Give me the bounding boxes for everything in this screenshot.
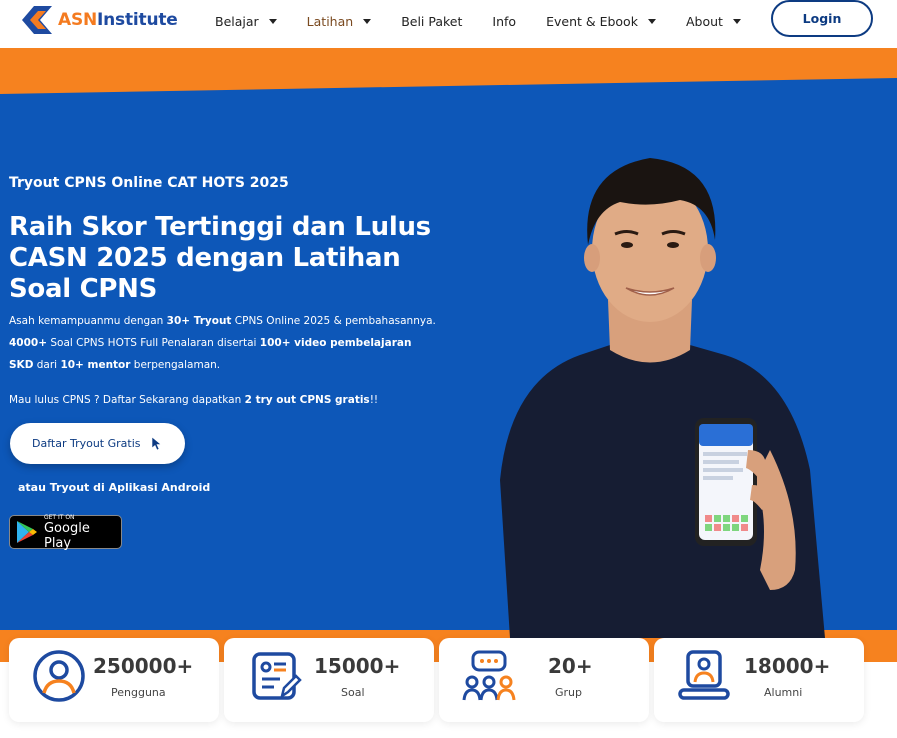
nav-item-about[interactable]: About [686, 14, 741, 29]
nav-item-belajar[interactable]: Belajar [215, 14, 277, 29]
stat-label: Soal [341, 686, 365, 699]
hero-description-2: 4000+ Soal CPNS HOTS Full Penalaran dise… [9, 337, 412, 371]
stat-value: 18000+ [744, 654, 831, 678]
android-app-text: atau Tryout di Aplikasi Android [18, 481, 211, 494]
hero-description-1: Asah kemampuanmu dengan 30+ Tryout CPNS … [9, 315, 436, 327]
stat-value: 250000+ [93, 654, 194, 678]
site-logo[interactable]: ASNInstitute [22, 6, 178, 34]
stat-value: 15000+ [314, 654, 401, 678]
document-edit-icon [252, 652, 302, 700]
stat-card-alumni: 18000+ Alumni [654, 638, 864, 722]
nav-item-info[interactable]: Info [492, 14, 516, 29]
login-button[interactable]: Login [771, 0, 873, 37]
chevron-down-icon [732, 19, 741, 24]
hero-subtitle: Tryout CPNS Online CAT HOTS 2025 [9, 175, 289, 191]
stat-label: Pengguna [111, 686, 166, 699]
hero-title: Raih Skor Tertinggi dan Lulus CASN 2025 … [9, 212, 431, 304]
logo-text: ASNInstitute [58, 10, 178, 30]
stat-card-pengguna: 250000+ Pengguna [9, 638, 219, 722]
hero-description-3: Mau lulus CPNS ? Daftar Sekarang dapatka… [9, 394, 379, 406]
google-play-badge[interactable]: GET IT ON Google Play [9, 513, 122, 551]
user-circle-icon [33, 650, 85, 702]
stat-card-soal: 15000+ Soal [224, 638, 434, 722]
chevron-down-icon [363, 19, 372, 24]
nav-item-beli-paket[interactable]: Beli Paket [401, 14, 462, 29]
nav-item-latihan[interactable]: Latihan [307, 14, 372, 29]
group-chat-icon [462, 650, 516, 701]
alumni-laptop-icon [678, 650, 730, 700]
stat-card-grup: 20+ Grup [439, 638, 649, 722]
chevron-down-icon [647, 19, 656, 24]
hero-person-image [500, 158, 825, 638]
stat-label: Grup [555, 686, 583, 699]
google-play-icon [16, 521, 37, 543]
stat-value: 20+ [548, 654, 593, 678]
stat-label: Alumni [764, 686, 803, 699]
nav-item-event-ebook[interactable]: Event & Ebook [546, 14, 656, 29]
mouse-cursor-icon [152, 437, 162, 451]
google-play-text: GET IT ON Google Play [43, 513, 90, 551]
logo-icon [22, 6, 52, 34]
chevron-down-icon [268, 19, 277, 24]
main-nav: Belajar Latihan Beli Paket Info Event & … [215, 14, 771, 29]
navbar: ASNInstitute Belajar Latihan Beli Paket … [0, 0, 897, 48]
